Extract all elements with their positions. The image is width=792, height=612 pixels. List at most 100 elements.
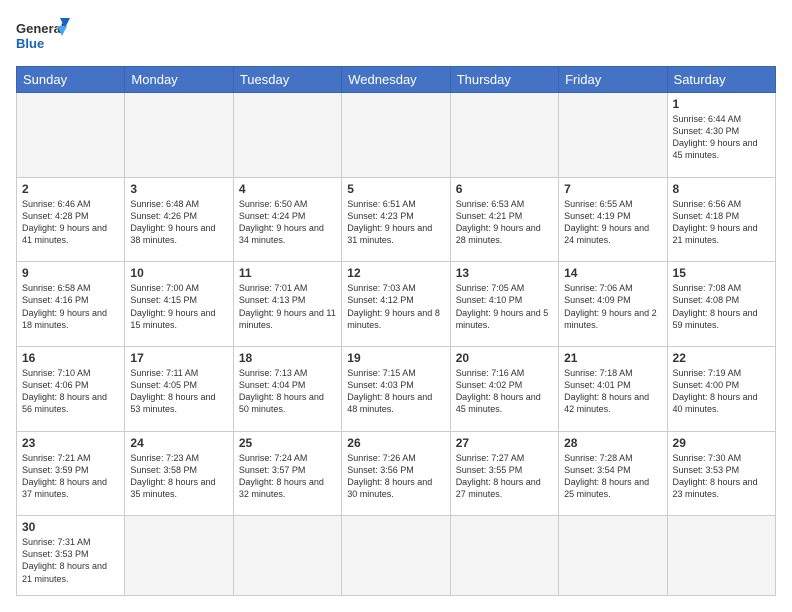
header: GeneralBlue xyxy=(16,16,776,56)
calendar-cell: 17Sunrise: 7:11 AM Sunset: 4:05 PM Dayli… xyxy=(125,346,233,431)
day-number: 18 xyxy=(239,351,336,365)
day-info: Sunrise: 7:01 AM Sunset: 4:13 PM Dayligh… xyxy=(239,282,336,331)
day-info: Sunrise: 7:23 AM Sunset: 3:58 PM Dayligh… xyxy=(130,452,227,501)
day-number: 12 xyxy=(347,266,444,280)
day-number: 30 xyxy=(22,520,119,534)
calendar-cell xyxy=(450,516,558,596)
day-info: Sunrise: 6:53 AM Sunset: 4:21 PM Dayligh… xyxy=(456,198,553,247)
weekday-header-thursday: Thursday xyxy=(450,67,558,93)
calendar-cell: 16 Sunrise: 7:10 AM Sunset: 4:06 PM Dayli… xyxy=(17,346,125,431)
day-number: 5 xyxy=(347,182,444,196)
calendar-cell: 15Sunrise: 7:08 AM Sunset: 4:08 PM Dayli… xyxy=(667,262,775,347)
calendar-cell: 9 Sunrise: 6:58 AM Sunset: 4:16 PM Daylig… xyxy=(17,262,125,347)
calendar-cell: 13 Sunrise: 7:05 AM Sunset: 4:10 PM Dayli… xyxy=(450,262,558,347)
weekday-header-saturday: Saturday xyxy=(667,67,775,93)
week-row-0: 1 Sunrise: 6:44 AM Sunset: 4:30 PM Daylig… xyxy=(17,93,776,178)
day-info: Sunrise: 7:06 AM Sunset: 4:09 PM Dayligh… xyxy=(564,282,661,331)
calendar-cell: 19Sunrise: 7:15 AM Sunset: 4:03 PM Dayli… xyxy=(342,346,450,431)
calendar-cell xyxy=(233,93,341,178)
day-number: 2 xyxy=(22,182,119,196)
calendar-cell: 27Sunrise: 7:27 AM Sunset: 3:55 PM Dayli… xyxy=(450,431,558,516)
page: GeneralBlue SundayMondayTuesdayWednesday… xyxy=(0,0,792,612)
weekday-header-monday: Monday xyxy=(125,67,233,93)
logo: GeneralBlue xyxy=(16,16,76,56)
day-number: 4 xyxy=(239,182,336,196)
day-info: Sunrise: 7:13 AM Sunset: 4:04 PM Dayligh… xyxy=(239,367,336,416)
day-info: Sunrise: 7:08 AM Sunset: 4:08 PM Dayligh… xyxy=(673,282,770,331)
calendar-cell: 21Sunrise: 7:18 AM Sunset: 4:01 PM Dayli… xyxy=(559,346,667,431)
day-info: Sunrise: 7:21 AM Sunset: 3:59 PM Dayligh… xyxy=(22,452,119,501)
calendar-cell xyxy=(342,93,450,178)
calendar-cell xyxy=(559,516,667,596)
week-row-1: 2 Sunrise: 6:46 AM Sunset: 4:28 PM Daylig… xyxy=(17,177,776,262)
weekday-header-friday: Friday xyxy=(559,67,667,93)
day-info: Sunrise: 6:58 AM Sunset: 4:16 PM Dayligh… xyxy=(22,282,119,331)
day-info: Sunrise: 7:05 AM Sunset: 4:10 PM Dayligh… xyxy=(456,282,553,331)
day-number: 22 xyxy=(673,351,770,365)
week-row-5: 30 Sunrise: 7:31 AM Sunset: 3:53 PM Dayli… xyxy=(17,516,776,596)
weekday-header-row: SundayMondayTuesdayWednesdayThursdayFrid… xyxy=(17,67,776,93)
day-info: Sunrise: 7:31 AM Sunset: 3:53 PM Dayligh… xyxy=(22,536,119,585)
day-info: Sunrise: 7:18 AM Sunset: 4:01 PM Dayligh… xyxy=(564,367,661,416)
calendar-cell: 18 Sunrise: 7:13 AM Sunset: 4:04 PM Dayli… xyxy=(233,346,341,431)
day-info: Sunrise: 7:30 AM Sunset: 3:53 PM Dayligh… xyxy=(673,452,770,501)
day-info: Sunrise: 7:24 AM Sunset: 3:57 PM Dayligh… xyxy=(239,452,336,501)
calendar-cell: 4 Sunrise: 6:50 AM Sunset: 4:24 PM Daylig… xyxy=(233,177,341,262)
day-info: Sunrise: 7:27 AM Sunset: 3:55 PM Dayligh… xyxy=(456,452,553,501)
day-info: Sunrise: 6:50 AM Sunset: 4:24 PM Dayligh… xyxy=(239,198,336,247)
day-number: 28 xyxy=(564,436,661,450)
day-number: 1 xyxy=(673,97,770,111)
calendar-cell: 29Sunrise: 7:30 AM Sunset: 3:53 PM Dayli… xyxy=(667,431,775,516)
day-info: Sunrise: 6:46 AM Sunset: 4:28 PM Dayligh… xyxy=(22,198,119,247)
calendar-cell: 11 Sunrise: 7:01 AM Sunset: 4:13 PM Dayli… xyxy=(233,262,341,347)
calendar-cell: 28Sunrise: 7:28 AM Sunset: 3:54 PM Dayli… xyxy=(559,431,667,516)
calendar-cell: 22 Sunrise: 7:19 AM Sunset: 4:00 PM Dayli… xyxy=(667,346,775,431)
day-number: 9 xyxy=(22,266,119,280)
day-number: 3 xyxy=(130,182,227,196)
day-number: 14 xyxy=(564,266,661,280)
calendar-cell: 12 Sunrise: 7:03 AM Sunset: 4:12 PM Dayli… xyxy=(342,262,450,347)
calendar-cell: 2 Sunrise: 6:46 AM Sunset: 4:28 PM Daylig… xyxy=(17,177,125,262)
weekday-header-tuesday: Tuesday xyxy=(233,67,341,93)
calendar-cell xyxy=(559,93,667,178)
calendar-cell: 6 Sunrise: 6:53 AM Sunset: 4:21 PM Daylig… xyxy=(450,177,558,262)
day-number: 6 xyxy=(456,182,553,196)
day-info: Sunrise: 7:19 AM Sunset: 4:00 PM Dayligh… xyxy=(673,367,770,416)
svg-text:Blue: Blue xyxy=(16,36,44,51)
day-info: Sunrise: 7:03 AM Sunset: 4:12 PM Dayligh… xyxy=(347,282,444,331)
day-number: 19 xyxy=(347,351,444,365)
day-number: 25 xyxy=(239,436,336,450)
calendar-cell: 26Sunrise: 7:26 AM Sunset: 3:56 PM Dayli… xyxy=(342,431,450,516)
day-info: Sunrise: 6:56 AM Sunset: 4:18 PM Dayligh… xyxy=(673,198,770,247)
week-row-2: 9 Sunrise: 6:58 AM Sunset: 4:16 PM Daylig… xyxy=(17,262,776,347)
day-number: 23 xyxy=(22,436,119,450)
calendar-cell: 20Sunrise: 7:16 AM Sunset: 4:02 PM Dayli… xyxy=(450,346,558,431)
calendar-cell: 5 Sunrise: 6:51 AM Sunset: 4:23 PM Daylig… xyxy=(342,177,450,262)
day-number: 24 xyxy=(130,436,227,450)
calendar-cell xyxy=(125,516,233,596)
day-info: Sunrise: 6:51 AM Sunset: 4:23 PM Dayligh… xyxy=(347,198,444,247)
day-number: 17 xyxy=(130,351,227,365)
day-number: 13 xyxy=(456,266,553,280)
day-info: Sunrise: 7:10 AM Sunset: 4:06 PM Dayligh… xyxy=(22,367,119,416)
calendar-cell: 30 Sunrise: 7:31 AM Sunset: 3:53 PM Dayli… xyxy=(17,516,125,596)
calendar-cell xyxy=(450,93,558,178)
day-info: Sunrise: 7:00 AM Sunset: 4:15 PM Dayligh… xyxy=(130,282,227,331)
generalblue-logo: GeneralBlue xyxy=(16,16,76,56)
calendar-cell: 3Sunrise: 6:48 AM Sunset: 4:26 PM Daylig… xyxy=(125,177,233,262)
weekday-header-wednesday: Wednesday xyxy=(342,67,450,93)
day-info: Sunrise: 6:44 AM Sunset: 4:30 PM Dayligh… xyxy=(673,113,770,162)
calendar-cell: 14 Sunrise: 7:06 AM Sunset: 4:09 PM Dayli… xyxy=(559,262,667,347)
svg-text:General: General xyxy=(16,21,64,36)
calendar-cell: 8 Sunrise: 6:56 AM Sunset: 4:18 PM Daylig… xyxy=(667,177,775,262)
day-number: 16 xyxy=(22,351,119,365)
calendar: SundayMondayTuesdayWednesdayThursdayFrid… xyxy=(16,66,776,596)
calendar-cell xyxy=(17,93,125,178)
day-number: 11 xyxy=(239,266,336,280)
day-number: 8 xyxy=(673,182,770,196)
calendar-cell: 7Sunrise: 6:55 AM Sunset: 4:19 PM Daylig… xyxy=(559,177,667,262)
day-info: Sunrise: 7:26 AM Sunset: 3:56 PM Dayligh… xyxy=(347,452,444,501)
weekday-header-sunday: Sunday xyxy=(17,67,125,93)
calendar-cell xyxy=(342,516,450,596)
calendar-cell xyxy=(233,516,341,596)
